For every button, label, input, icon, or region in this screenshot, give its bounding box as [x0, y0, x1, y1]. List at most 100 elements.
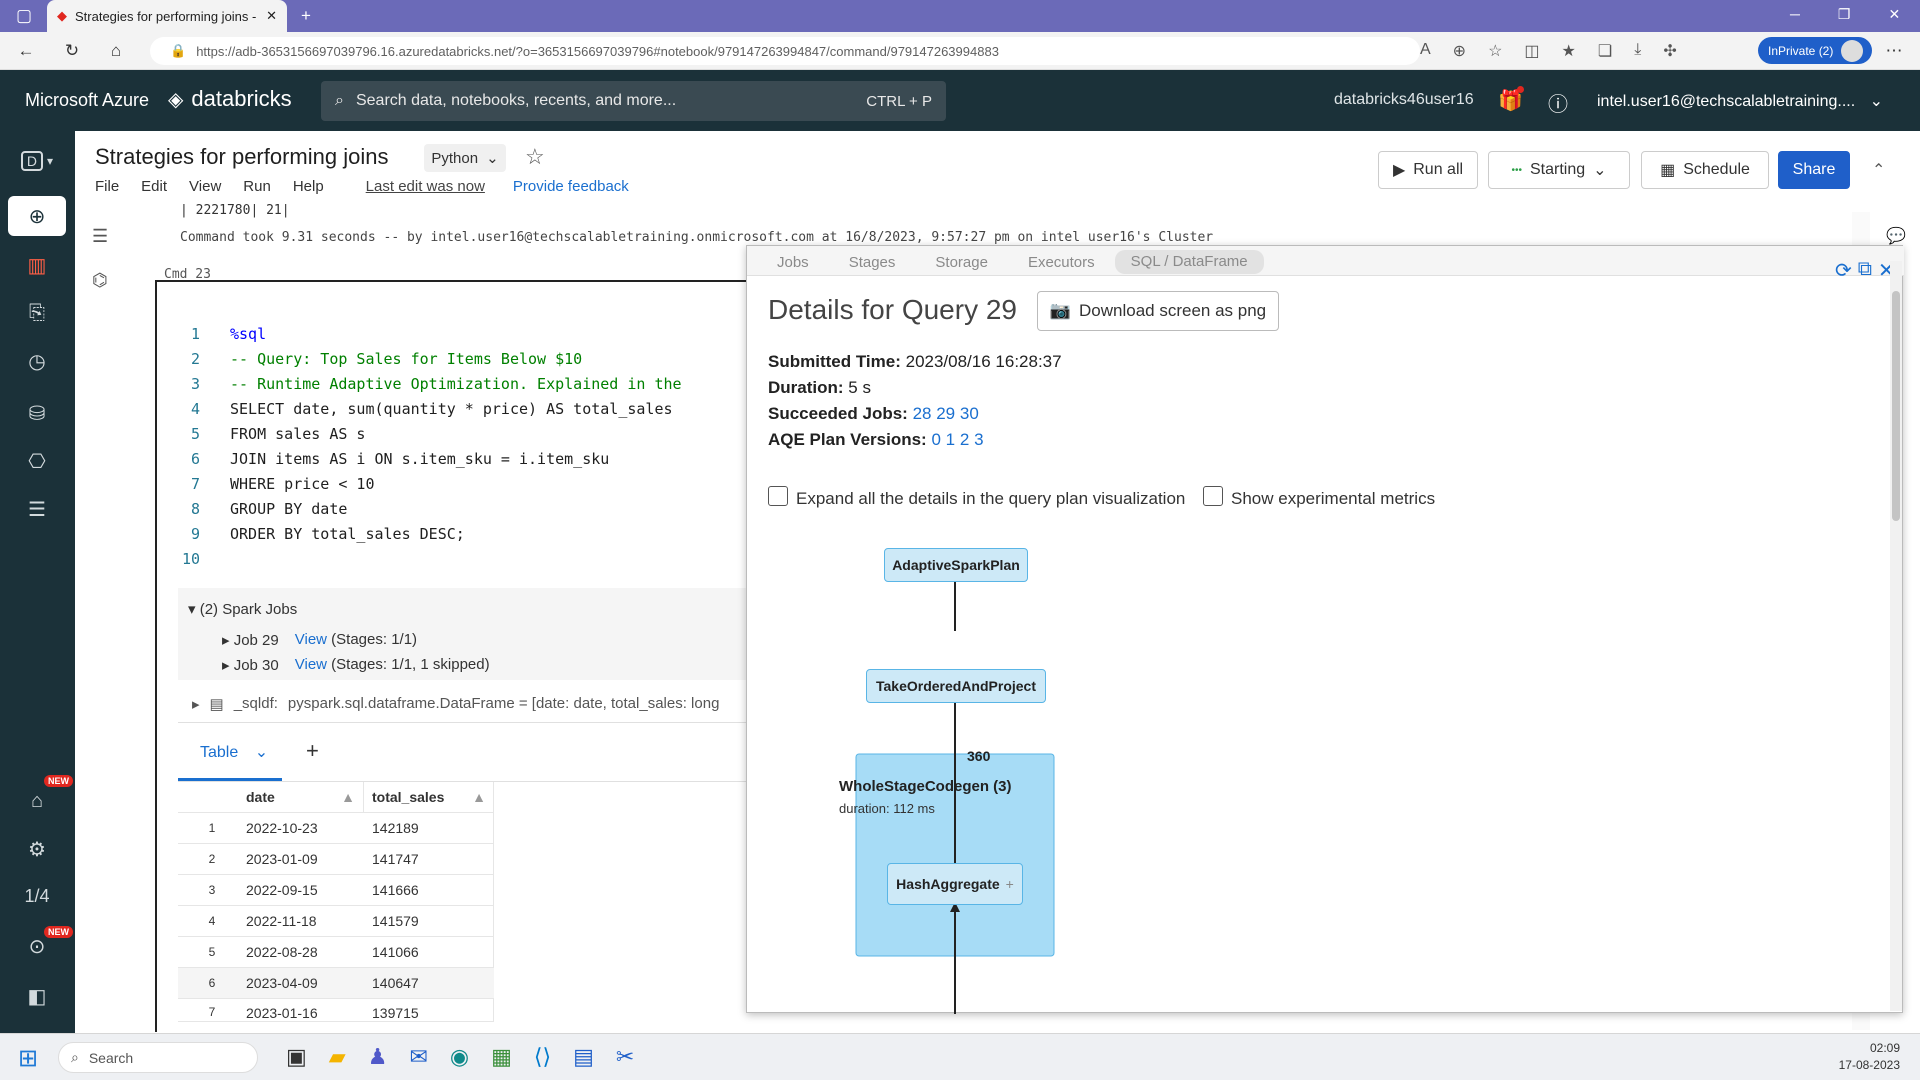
workflows-icon[interactable]: ☰ — [8, 489, 66, 529]
scrollbar-thumb[interactable] — [1892, 291, 1900, 521]
share-button[interactable]: Share — [1778, 151, 1850, 189]
last-edit-link[interactable]: Last edit was now — [366, 178, 485, 195]
language-select[interactable]: Python ⌄ — [424, 144, 506, 172]
notebook-title[interactable]: Strategies for performing joins — [95, 144, 388, 170]
collapse-sidebar-icon[interactable]: ◧ — [8, 976, 66, 1016]
tab-table[interactable]: Table ⌄ — [200, 742, 268, 762]
tab-sql-dataframe[interactable]: SQL / DataFrame — [1114, 250, 1264, 274]
comments-icon[interactable]: 💬 — [1886, 226, 1906, 246]
taskbar-search[interactable]: ⌕ Search — [58, 1042, 258, 1073]
split-screen-icon[interactable]: ◫ — [1524, 41, 1539, 61]
overlay-scrollbar[interactable] — [1890, 261, 1902, 1011]
menu-view[interactable]: View — [189, 178, 221, 195]
experimental-metrics-option[interactable]: Show experimental metrics — [1203, 486, 1435, 509]
menu-file[interactable]: File — [95, 178, 119, 195]
job-link[interactable]: 29 — [936, 404, 955, 423]
windows-start-icon[interactable]: ⊞ — [18, 1044, 38, 1073]
node-take-ordered-and-project[interactable]: TakeOrderedAndProject — [866, 669, 1046, 703]
table-row[interactable]: 3 2022-09-15 141666 — [178, 875, 494, 906]
vscode-icon[interactable]: ⟨⟩ — [534, 1044, 551, 1070]
add-visualization-icon[interactable]: + — [306, 738, 319, 764]
tab-stages[interactable]: Stages — [829, 254, 916, 274]
dataframe-schema-row[interactable]: ▸ ▤ _sqldf: pyspark.sql.dataframe.DataFr… — [192, 695, 747, 713]
outlook-icon[interactable]: ✉ — [409, 1044, 427, 1070]
job-view-link[interactable]: View — [295, 631, 327, 648]
job-link[interactable]: 28 — [913, 404, 932, 423]
run-all-button[interactable]: ▶ Run all — [1378, 151, 1478, 189]
favorite-star-icon[interactable]: ☆ — [525, 144, 545, 170]
close-window-icon[interactable]: ✕ — [1888, 6, 1900, 23]
refresh-icon[interactable]: ⟳ — [1835, 258, 1852, 283]
user-menu[interactable]: intel.user16@techscalabletraining.... ⌄ — [1597, 91, 1883, 111]
tab-jobs[interactable]: Jobs — [777, 254, 829, 274]
table-row[interactable]: 4 2022-11-18 141579 — [178, 906, 494, 937]
aqe-version-link[interactable]: 3 — [974, 430, 983, 449]
node-hash-aggregate[interactable]: HashAggregate + — [887, 863, 1023, 905]
compute-icon[interactable]: ⎔ — [8, 441, 66, 481]
help-icon[interactable]: ⓘ — [1548, 88, 1568, 117]
aqe-version-link[interactable]: 0 — [931, 430, 940, 449]
table-row[interactable]: 6 2023-04-09 140647 — [178, 968, 494, 999]
task-view-icon[interactable]: ▣ — [286, 1044, 307, 1070]
job-view-link[interactable]: View — [295, 656, 327, 673]
schedule-button[interactable]: ▦ Schedule — [1641, 151, 1769, 189]
workspace-name[interactable]: databricks46user16 — [1334, 91, 1474, 109]
snipping-tool-icon[interactable]: ✂ — [616, 1044, 634, 1070]
table-row[interactable]: 1 2022-10-23 142189 — [178, 813, 494, 844]
partner-connect-icon[interactable]: ⚙ — [8, 829, 66, 869]
experimental-metrics-checkbox[interactable] — [1203, 486, 1223, 506]
sort-icon[interactable]: ▲ — [472, 789, 486, 805]
table-row[interactable]: 5 2022-08-28 141066 — [178, 937, 494, 968]
workspace-icon[interactable]: ▥ — [8, 245, 66, 285]
notepad-icon[interactable]: ▤ — [573, 1044, 594, 1070]
refresh-icon[interactable]: ↻ — [58, 37, 86, 65]
table-of-contents-icon[interactable]: ☰ — [92, 226, 108, 247]
system-clock[interactable]: 02:09 17-08-2023 — [1830, 1040, 1900, 1074]
zoom-icon[interactable]: ⊕ — [1453, 41, 1466, 61]
open-external-icon[interactable]: ⧉ — [1858, 258, 1872, 283]
new-plus-icon[interactable]: ⊕ — [8, 196, 66, 236]
new-tab-icon[interactable]: + — [292, 2, 320, 30]
cluster-select[interactable]: ••• Starting ⌄ — [1488, 151, 1630, 189]
back-icon[interactable]: ← — [12, 37, 40, 65]
photos-icon[interactable]: ▦ — [491, 1044, 512, 1070]
restore-icon[interactable]: ❐ — [1838, 6, 1851, 23]
browser-tab[interactable]: ◆ Strategies for performing joins - ✕ — [47, 0, 287, 32]
menu-run[interactable]: Run — [243, 178, 271, 195]
node-adaptive-spark-plan[interactable]: AdaptiveSparkPlan — [884, 548, 1028, 582]
url-bar[interactable]: 🔒 https://adb-3653156697039796.16.azured… — [150, 37, 1420, 65]
feedback-link[interactable]: Provide feedback — [513, 178, 629, 195]
column-header-date[interactable]: date ▲ — [178, 782, 364, 813]
collections-icon[interactable]: ❏ — [1598, 41, 1612, 61]
extensions-icon[interactable]: ✣ — [1663, 41, 1676, 61]
data-objects-icon[interactable]: ⌬ — [92, 270, 108, 291]
aqe-version-link[interactable]: 1 — [946, 430, 955, 449]
expand-details-option[interactable]: Expand all the details in the query plan… — [768, 486, 1185, 509]
menu-edit[interactable]: Edit — [141, 178, 167, 195]
favorite-star-icon[interactable]: ☆ — [1488, 41, 1502, 61]
tab-actions-icon[interactable]: ▢ — [10, 2, 38, 30]
home-icon[interactable]: ⌂ — [102, 37, 130, 65]
aqe-version-link[interactable]: 2 — [960, 430, 969, 449]
spark-jobs-toggle[interactable]: ▾ (2) Spark Jobs — [188, 600, 297, 618]
marketplace-icon[interactable]: ⌂ — [8, 781, 66, 821]
job-link[interactable]: 30 — [960, 404, 979, 423]
downloads-icon[interactable]: ⤓ — [1634, 41, 1641, 61]
job-name[interactable]: ▸ Job 29 — [222, 631, 279, 649]
browser-menu-icon[interactable]: ⋯ — [1880, 37, 1908, 65]
tab-storage[interactable]: Storage — [915, 254, 1008, 274]
minimize-icon[interactable]: ─ — [1790, 6, 1800, 23]
recents-clock-icon[interactable]: ◷ — [8, 341, 66, 381]
code-editor[interactable]: 1 %sql 2 -- Query: Top Sales for Items Bel… — [170, 322, 682, 572]
read-aloud-icon[interactable]: A — [1420, 41, 1431, 61]
workspace-switcher[interactable]: D ▾ — [8, 141, 66, 181]
teams-icon[interactable]: ♟ — [368, 1044, 388, 1070]
tab-executors[interactable]: Executors — [1008, 254, 1115, 274]
menu-help[interactable]: Help — [293, 178, 324, 195]
table-row[interactable]: 7 2023-01-16 139715 — [178, 999, 494, 1022]
job-name[interactable]: ▸ Job 30 — [222, 656, 279, 674]
databricks-logo[interactable]: ◈ databricks — [168, 86, 292, 112]
global-search[interactable]: ⌕ Search data, notebooks, recents, and m… — [321, 81, 946, 121]
edge-browser-icon[interactable]: ◉ — [450, 1044, 469, 1070]
data-catalog-icon[interactable]: ⛁ — [8, 393, 66, 433]
